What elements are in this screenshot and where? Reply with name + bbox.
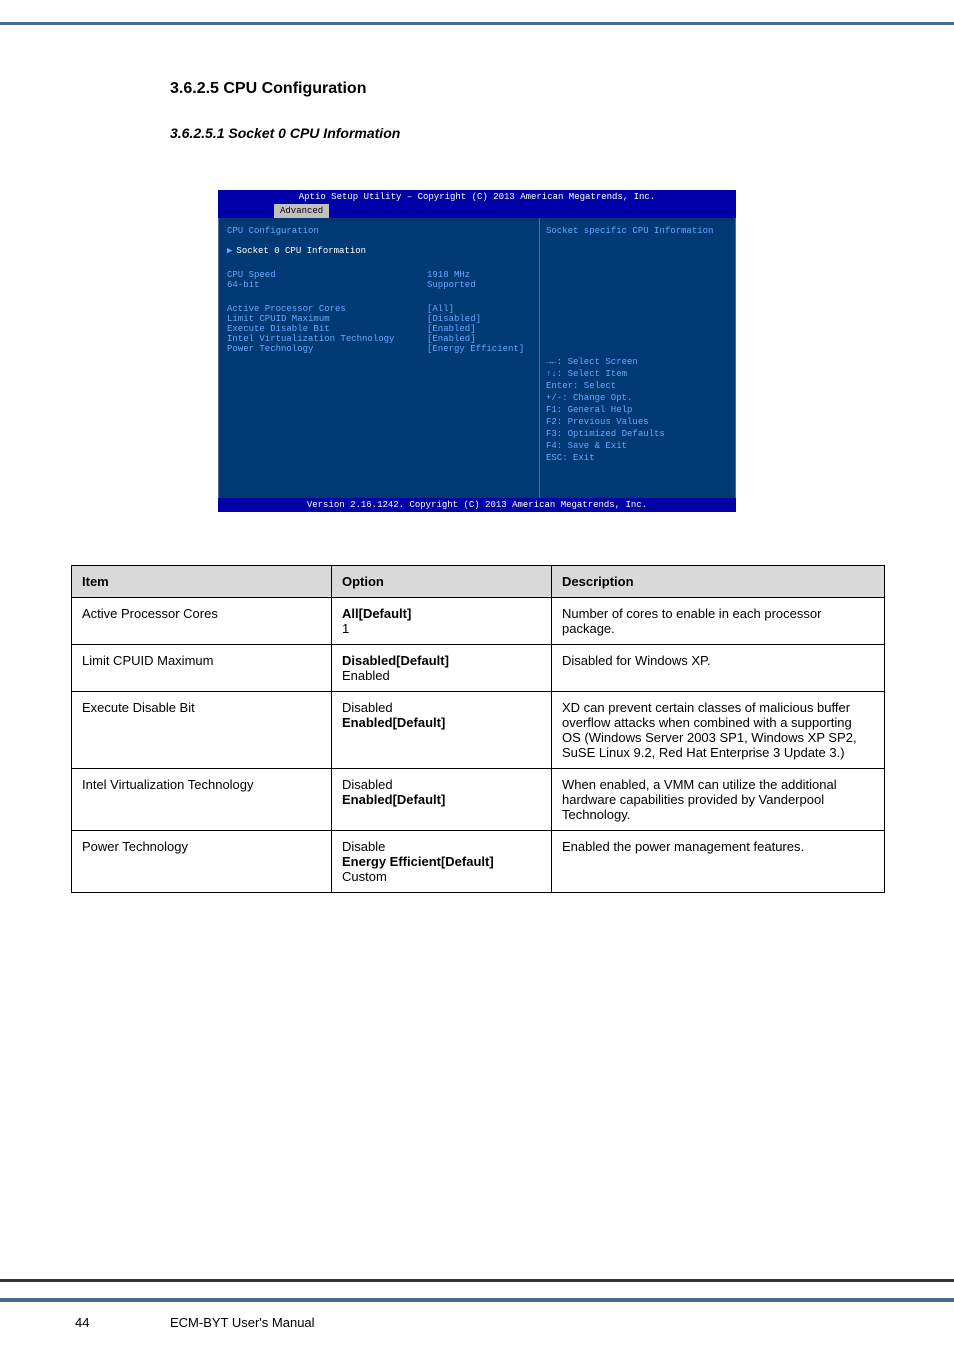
bios-info-row: CPU Speed 1918 MHz bbox=[227, 270, 531, 280]
col-item: Item bbox=[72, 566, 332, 598]
cell-option: Disabled[Default]Enabled bbox=[332, 645, 552, 692]
bios-tabs: Advanced bbox=[218, 204, 736, 218]
cell-description: XD can prevent certain classes of malici… bbox=[552, 692, 885, 769]
cell-item: Power Technology bbox=[72, 831, 332, 893]
bios-selected-item: ▶Socket 0 CPU Information bbox=[227, 246, 531, 256]
table-row: Intel Virtualization TechnologyDisabledE… bbox=[72, 769, 885, 831]
cell-item: Limit CPUID Maximum bbox=[72, 645, 332, 692]
subsection-title: 3.6.2.5.1 Socket 0 CPU Information bbox=[170, 125, 400, 141]
section-title: 3.6.2.5 CPU Configuration bbox=[170, 80, 366, 98]
table-row: Limit CPUID MaximumDisabled[Default]Enab… bbox=[72, 645, 885, 692]
page-number: 44 bbox=[75, 1315, 89, 1330]
bios-screenshot: Aptio Setup Utility – Copyright (C) 2013… bbox=[218, 190, 736, 512]
cell-option: DisableEnergy Efficient[Default]Custom bbox=[332, 831, 552, 893]
bios-description: Socket specific CPU Information bbox=[546, 226, 729, 236]
bios-title: Aptio Setup Utility – Copyright (C) 2013… bbox=[218, 190, 736, 204]
bios-opt-row: Power Technology [Energy Efficient] bbox=[227, 344, 531, 354]
bios-opt-row: Limit CPUID Maximum [Disabled] bbox=[227, 314, 531, 324]
footer-text: ECM-BYT User's Manual bbox=[170, 1315, 315, 1330]
bios-opt-row: Active Processor Cores [All] bbox=[227, 304, 531, 314]
cell-description: Enabled the power management features. bbox=[552, 831, 885, 893]
cell-description: Number of cores to enable in each proces… bbox=[552, 598, 885, 645]
cell-item: Execute Disable Bit bbox=[72, 692, 332, 769]
bios-opt-row: Intel Virtualization Technology [Enabled… bbox=[227, 334, 531, 344]
footer-divider-dark bbox=[0, 1279, 954, 1282]
col-option: Option bbox=[332, 566, 552, 598]
bios-opt-row: Execute Disable Bit [Enabled] bbox=[227, 324, 531, 334]
col-description: Description bbox=[552, 566, 885, 598]
table-header-row: Item Option Description bbox=[72, 566, 885, 598]
cell-description: Disabled for Windows XP. bbox=[552, 645, 885, 692]
cell-option: All[Default]1 bbox=[332, 598, 552, 645]
bios-tab-advanced: Advanced bbox=[274, 204, 329, 218]
bios-heading: CPU Configuration bbox=[227, 226, 531, 236]
cell-item: Active Processor Cores bbox=[72, 598, 332, 645]
cell-item: Intel Virtualization Technology bbox=[72, 769, 332, 831]
table-row: Execute Disable BitDisabledEnabled[Defau… bbox=[72, 692, 885, 769]
bios-info-row: 64-bit Supported bbox=[227, 280, 531, 290]
cell-option: DisabledEnabled[Default] bbox=[332, 769, 552, 831]
bios-hints: →←: Select Screen ↑↓: Select Item Enter:… bbox=[546, 356, 729, 464]
cell-description: When enabled, a VMM can utilize the addi… bbox=[552, 769, 885, 831]
options-table: Item Option Description Active Processor… bbox=[71, 565, 885, 893]
footer-divider-blue bbox=[0, 1298, 954, 1302]
caret-icon: ▶ bbox=[227, 246, 232, 256]
table-row: Power TechnologyDisableEnergy Efficient[… bbox=[72, 831, 885, 893]
cell-option: DisabledEnabled[Default] bbox=[332, 692, 552, 769]
table-row: Active Processor CoresAll[Default]1Numbe… bbox=[72, 598, 885, 645]
bios-footer: Version 2.16.1242. Copyright (C) 2013 Am… bbox=[218, 498, 736, 512]
